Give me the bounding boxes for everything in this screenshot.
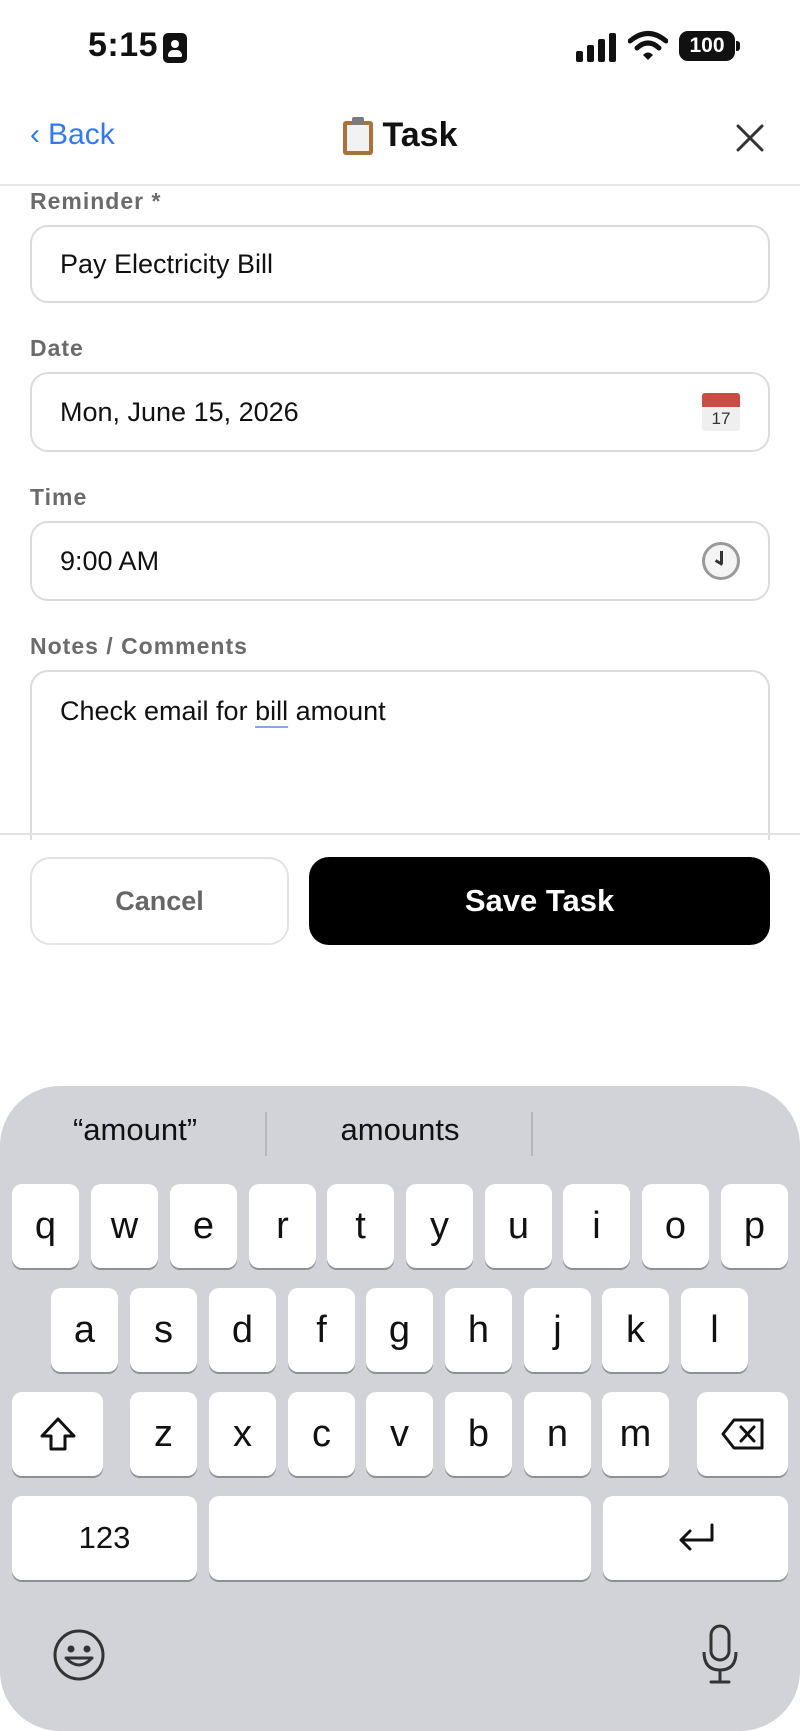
key-v[interactable]: v [366, 1392, 433, 1476]
page-title-text: Task [382, 116, 458, 154]
microphone-icon[interactable] [700, 1624, 740, 1686]
reminder-value: Pay Electricity Bill [60, 248, 274, 279]
wifi-icon [628, 31, 668, 60]
suggestion-2[interactable]: amounts [280, 1106, 520, 1154]
key-b[interactable]: b [445, 1392, 512, 1476]
contact-badge-icon [163, 33, 187, 63]
key-w[interactable]: w [91, 1184, 158, 1268]
nav-bar: ‹ Back Task [0, 96, 800, 186]
space-key[interactable] [209, 1496, 591, 1580]
clock-icon[interactable] [702, 542, 740, 580]
key-i[interactable]: i [563, 1184, 630, 1268]
numbers-key[interactable]: 123 [12, 1496, 197, 1580]
status-bar: 5:15 100 [0, 0, 800, 96]
key-n[interactable]: n [524, 1392, 591, 1476]
reminder-label: Reminder * [30, 188, 162, 214]
key-u[interactable]: u [485, 1184, 552, 1268]
delete-key[interactable] [697, 1392, 788, 1476]
backspace-icon [721, 1418, 763, 1450]
date-value: Mon, June 15, 2026 [60, 396, 299, 427]
emoji-icon[interactable] [52, 1628, 106, 1682]
key-o[interactable]: o [642, 1184, 709, 1268]
clipboard-icon [342, 116, 373, 155]
key-x[interactable]: x [209, 1392, 276, 1476]
return-key[interactable] [603, 1496, 788, 1580]
time-input[interactable]: 9:00 AM [30, 521, 770, 601]
divider [0, 833, 800, 835]
time-value: 9:00 AM [60, 545, 160, 576]
key-t[interactable]: t [327, 1184, 394, 1268]
battery-level: 100 [679, 31, 735, 61]
key-y[interactable]: y [406, 1184, 473, 1268]
key-e[interactable]: e [170, 1184, 237, 1268]
date-label: Date [30, 335, 84, 361]
key-j[interactable]: j [524, 1288, 591, 1372]
notes-value-end: amount [288, 696, 386, 726]
date-input[interactable]: Mon, June 15, 2026 17 [30, 372, 770, 452]
notes-value-start: Check email for [60, 696, 256, 726]
close-icon[interactable] [730, 118, 770, 158]
key-q[interactable]: q [12, 1184, 79, 1268]
notes-textarea[interactable]: Check email for bill amount [30, 670, 770, 840]
key-f[interactable]: f [288, 1288, 355, 1372]
page-title: Task [0, 116, 800, 155]
key-p[interactable]: p [721, 1184, 788, 1268]
task-form: Reminder * Pay Electricity Bill Date Mon… [30, 188, 770, 840]
battery-icon: 100 [679, 31, 741, 61]
key-g[interactable]: g [366, 1288, 433, 1372]
reminder-input[interactable]: Pay Electricity Bill [30, 225, 770, 303]
key-k[interactable]: k [602, 1288, 669, 1372]
notes-value-misspelled: bill [255, 696, 289, 726]
suggestion-3[interactable] [545, 1106, 775, 1154]
shift-key[interactable] [12, 1392, 103, 1476]
key-s[interactable]: s [130, 1288, 197, 1372]
suggestion-bar: “amount” amounts [0, 1086, 800, 1176]
key-h[interactable]: h [445, 1288, 512, 1372]
cellular-signal-icon [576, 32, 618, 62]
save-task-button[interactable]: Save Task [309, 857, 770, 945]
time-label: Time [30, 484, 88, 510]
key-a[interactable]: a [51, 1288, 118, 1372]
cancel-button[interactable]: Cancel [30, 857, 289, 945]
key-c[interactable]: c [288, 1392, 355, 1476]
status-time: 5:15 [88, 26, 159, 64]
shift-icon [40, 1417, 75, 1451]
key-l[interactable]: l [681, 1288, 748, 1372]
key-d[interactable]: d [209, 1288, 276, 1372]
return-icon [679, 1523, 713, 1551]
suggestion-1[interactable]: “amount” [20, 1106, 250, 1154]
key-z[interactable]: z [130, 1392, 197, 1476]
calendar-icon[interactable]: 17 [702, 393, 740, 431]
keyboard: “amount” amounts q w e r t y u i o p a s… [0, 1086, 800, 1731]
notes-label: Notes / Comments [30, 633, 248, 659]
key-m[interactable]: m [602, 1392, 669, 1476]
key-r[interactable]: r [249, 1184, 316, 1268]
